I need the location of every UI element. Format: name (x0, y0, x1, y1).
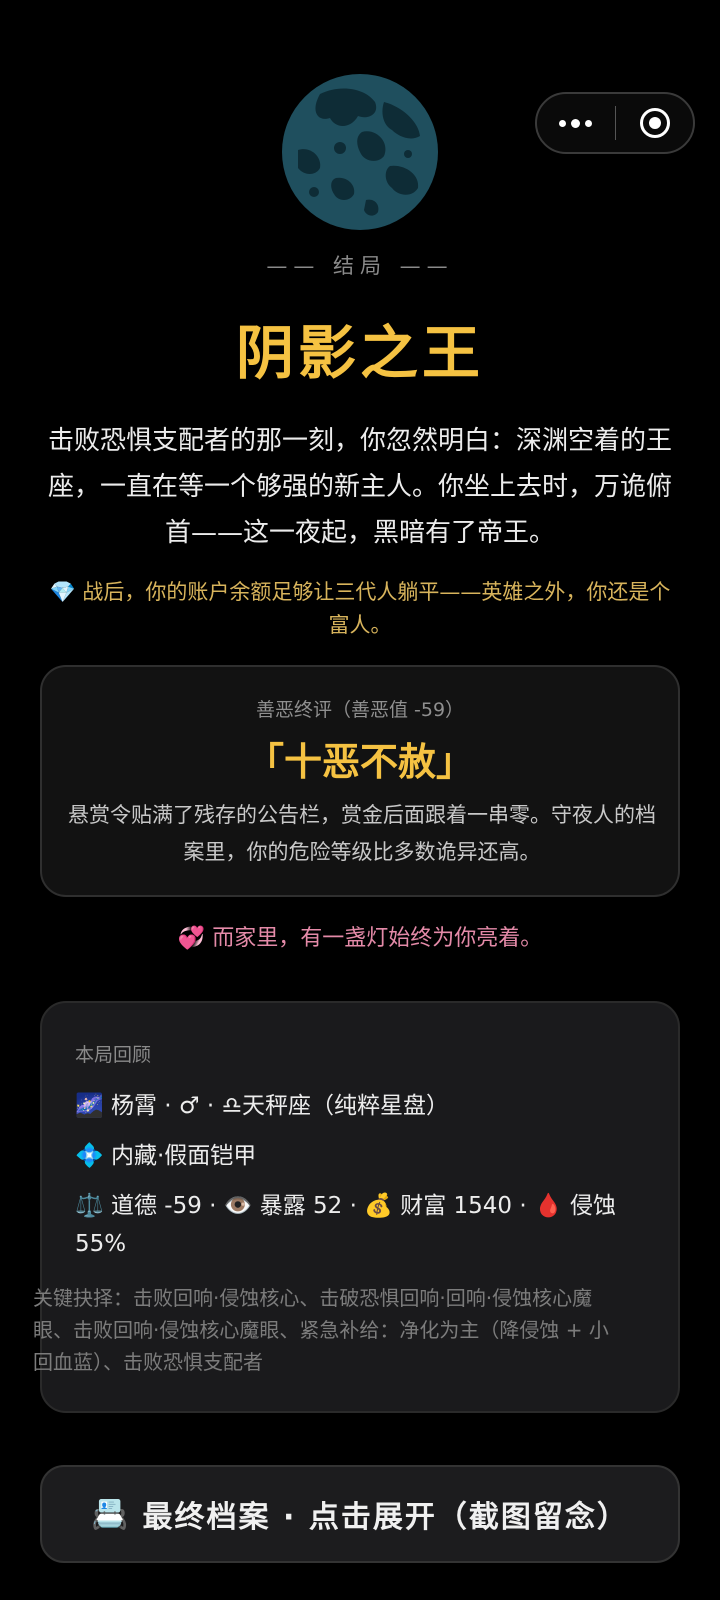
capsule-menu (535, 92, 695, 154)
wealth-note: 💎 战后，你的账户余额足够让三代人躺平——英雄之外，你还是个富人。 (40, 576, 680, 642)
galaxy-icon: 🌌 (75, 1093, 104, 1119)
stat-separator: · (512, 1193, 534, 1219)
scales-icon: ⚖️ (75, 1193, 104, 1219)
home-note: 💞 而家里，有一盏灯始终为你亮着。 (0, 920, 720, 952)
final-archive-button[interactable]: 📇 最终档案 · 点击展开（截图留念） (40, 1465, 680, 1563)
final-archive-label: 最终档案 · 点击展开（截图留念） (142, 1500, 629, 1535)
stat-exposure: 暴露 52 (259, 1193, 343, 1219)
wealth-note-text: 战后，你的账户余额足够让三代人躺平——英雄之外，你还是个富人。 (82, 580, 671, 637)
ending-description: 击败恐惧支配者的那一刻，你忽然明白：深渊空着的王座，一直在等一个够强的新主人。你… (48, 426, 673, 548)
ending-label: —— 结局 —— (266, 254, 454, 278)
verdict-heading: 善恶终评（善恶值 -59） (255, 699, 465, 721)
moon-icon (282, 74, 438, 230)
diamond-flower-icon: 💠 (75, 1143, 104, 1169)
hearts-icon: 💞 (177, 926, 206, 951)
diamond-icon: 💎 (49, 580, 76, 604)
stat-wealth: 财富 1540 (400, 1193, 513, 1219)
verdict-card: 善恶终评（善恶值 -59） 「十恶不赦」 悬赏令贴满了残存的公告栏，赏金后面跟着… (40, 665, 680, 897)
target-close-icon[interactable] (617, 94, 693, 152)
verdict-text: 悬赏令贴满了残存的公告栏，赏金后面跟着一串零。守夜人的档案里，你的危险等级比多数… (68, 803, 656, 864)
review-stats: ⚖️ 道德 -59 · 👁️ 暴露 52 · 💰 财富 1540 · 🩸 侵蚀 … (75, 1187, 655, 1263)
identity-text: 杨霄 · ♂ · ♎天秤座（纯粹星盘） (110, 1093, 450, 1119)
stat-separator: · (201, 1193, 224, 1219)
home-note-text: 而家里，有一盏灯始终为你亮着。 (212, 926, 543, 951)
eye-icon: 👁️ (223, 1193, 253, 1219)
more-dots-icon[interactable] (537, 94, 613, 152)
capsule-divider (615, 106, 616, 140)
talent-text: 内藏·假面铠甲 (110, 1143, 257, 1169)
card-index-icon: 📇 (91, 1496, 131, 1532)
review-identity: 🌌 杨霄 · ♂ · ♎天秤座（纯粹星盘） (75, 1087, 655, 1125)
blood-drop-icon: 🩸 (534, 1193, 563, 1219)
stat-separator: · (342, 1193, 365, 1219)
review-talent: 💠 内藏·假面铠甲 (75, 1137, 655, 1175)
review-heading: 本局回顾 (75, 1044, 152, 1066)
ending-title: 阴影之王 (235, 319, 484, 387)
stat-morality: 道德 -59 (110, 1193, 202, 1219)
money-bag-icon: 💰 (364, 1193, 393, 1219)
review-key-choices: 关键抉择：击败回响·侵蚀核心、击破恐惧回响·回响·侵蚀核心魔眼、击败回响·侵蚀核… (33, 1286, 609, 1374)
verdict-title: 「十恶不赦」 (245, 740, 474, 784)
